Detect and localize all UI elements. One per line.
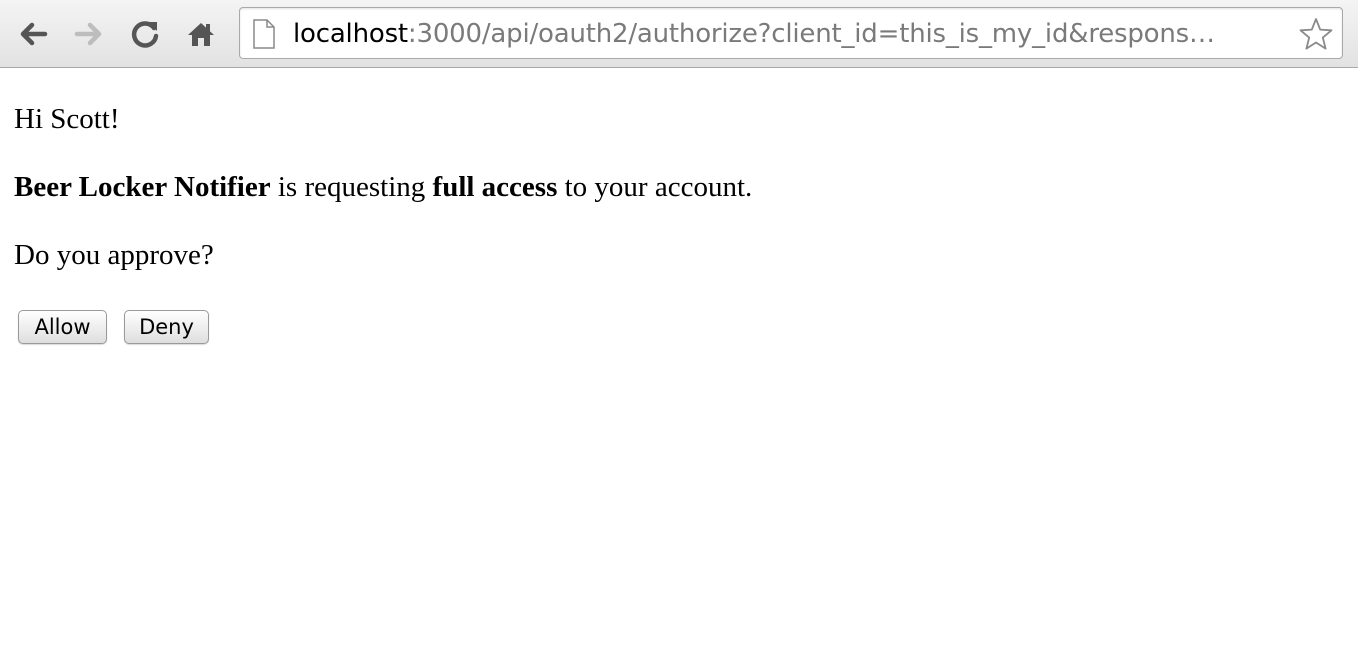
url-path: :3000/api/oauth2/authorize?client_id=thi… [407,19,1215,49]
access-request-text: Beer Locker Notifier is requesting full … [14,171,752,204]
page-document-icon [253,19,275,49]
access-level: full access [432,171,558,203]
forward-button[interactable] [71,16,107,52]
greeting-text: Hi Scott! [14,103,120,135]
reload-button[interactable] [127,16,163,52]
back-button[interactable] [15,16,51,52]
back-arrow-icon [20,22,48,46]
deny-button[interactable]: Deny [124,310,209,344]
home-icon [188,23,214,46]
request-end-text: to your account. [557,171,753,203]
home-button[interactable] [183,16,219,52]
url-text[interactable]: localhost:3000/api/oauth2/authorize?clie… [293,17,1293,51]
address-bar[interactable]: localhost:3000/api/oauth2/authorize?clie… [239,7,1343,59]
request-middle-text: is requesting [270,171,433,203]
browser-toolbar: localhost:3000/api/oauth2/authorize?clie… [0,0,1358,68]
reload-icon [131,21,159,48]
app-name: Beer Locker Notifier [14,171,271,203]
approval-question: Do you approve? [14,239,214,271]
allow-button[interactable]: Allow [18,310,107,344]
url-host: localhost [293,19,408,49]
forward-arrow-icon [74,22,102,46]
star-icon[interactable] [1298,17,1334,51]
